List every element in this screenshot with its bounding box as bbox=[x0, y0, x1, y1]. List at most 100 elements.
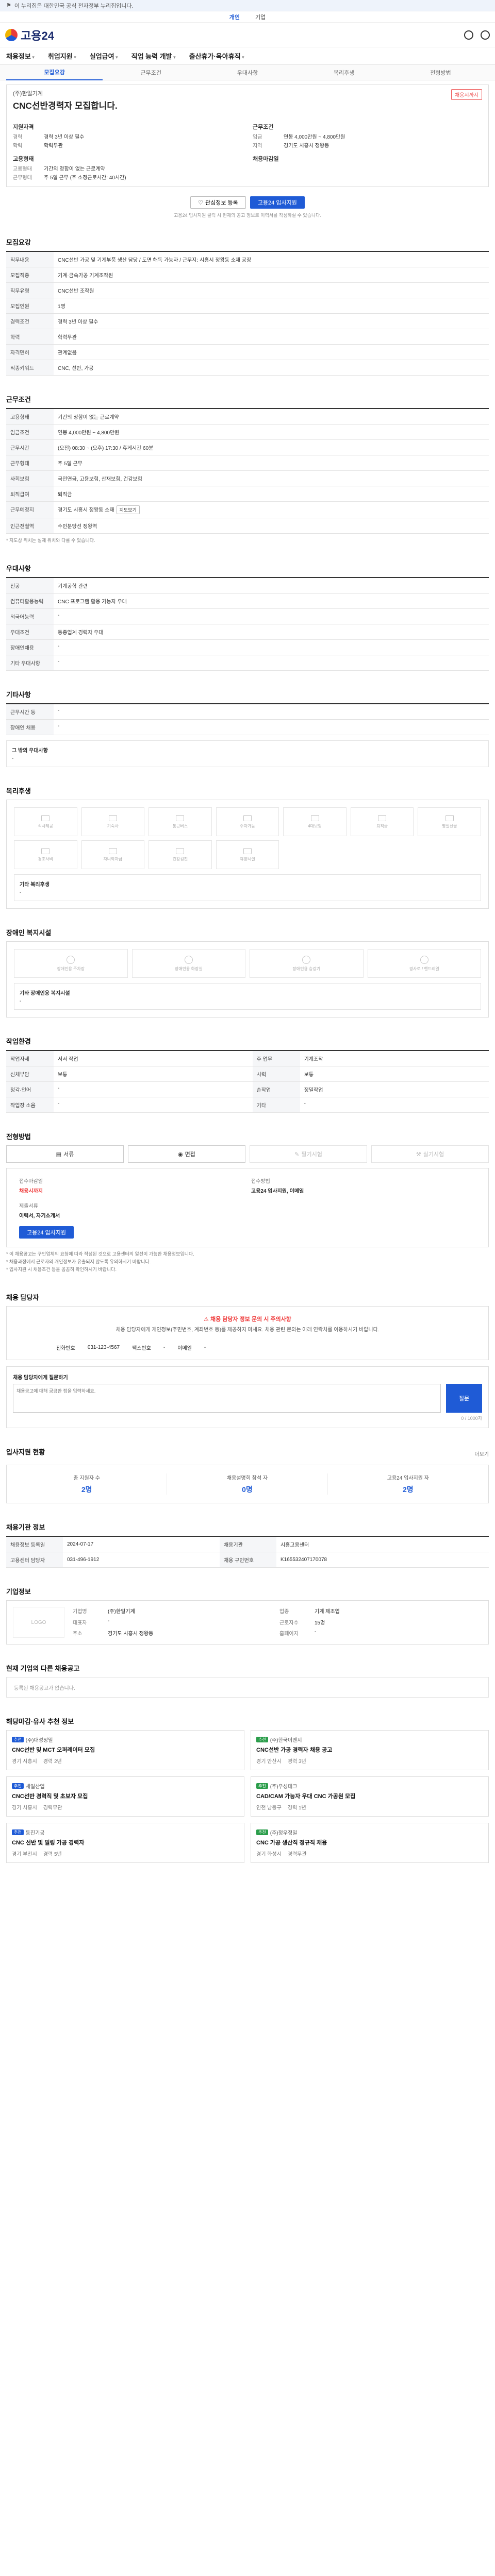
job-card[interactable]: 추천 (주)정우정밀 CNC 가공 생산직 정규직 채용 경기 화성시 경력무관 bbox=[251, 1823, 489, 1863]
deadline-head: 채용마감일 bbox=[253, 156, 279, 162]
summary-key: 학력 bbox=[13, 143, 23, 149]
company-box: LOGO 기업명 (주)한일기계 업종 기계 제조업 대표자 - 근로자수 15명 주소… bbox=[6, 1600, 489, 1645]
process-apply-button[interactable]: 고용24 입사지원 bbox=[19, 1226, 74, 1239]
row-key: 시력 bbox=[252, 1066, 300, 1082]
company-value: 기계 제조업 bbox=[315, 1609, 340, 1615]
disabled-welfare-etc-value: - bbox=[20, 998, 22, 1004]
section-title: 전형방법 bbox=[6, 1133, 31, 1141]
summary-value: 연봉 4,000만원 ~ 4,800만원 bbox=[284, 134, 345, 140]
card-company: 세일산업 bbox=[25, 1784, 45, 1790]
card-company: (주)한국이엔지 bbox=[270, 1738, 302, 1743]
disabled-welfare-etc-box: 기타 장애인용 복지시설 - bbox=[14, 983, 481, 1010]
job-title: CNC선반경력자 모집합니다. bbox=[13, 101, 118, 111]
accessible-parking-icon bbox=[67, 955, 75, 964]
tab-conditions[interactable]: 근무조건 bbox=[103, 69, 199, 77]
nav-unemployment-benefit[interactable]: 실업급여 bbox=[90, 51, 118, 61]
qna-input[interactable] bbox=[13, 1384, 441, 1413]
step-label: 서류 bbox=[63, 1151, 74, 1158]
bus-icon bbox=[176, 815, 185, 821]
company-value: (주)한일기계 bbox=[108, 1609, 135, 1615]
process-section: 전형방법 ▤ 서류 ◉ 면접 ✎ 필기시험 ⚒ 실기시험 접수마감일 채용시까지 접수방… bbox=[6, 1131, 489, 1274]
scrap-button[interactable]: ♡ 관심정보 등록 bbox=[190, 196, 246, 209]
job-card[interactable]: 추천 (주)대성정밀 CNC선반 및 MCT 오퍼레이터 모집 경기 시흥시 경력 … bbox=[6, 1730, 244, 1770]
welfare-item: 식사제공 bbox=[14, 807, 77, 836]
audience-switch: 개인 기업 bbox=[0, 11, 495, 23]
phone-value[interactable]: 031-123-4567 bbox=[88, 1345, 120, 1350]
job-card[interactable]: 추천 (주)우성테크 CAD/CAM 가능자 우대 CNC 가공원 모집 인천 남… bbox=[251, 1776, 489, 1817]
row-value: 2024-07-17 bbox=[63, 1536, 220, 1552]
nav-parental-leave[interactable]: 출산휴가·육아휴직 bbox=[189, 51, 244, 61]
process-steps: ▤ 서류 ◉ 면접 ✎ 필기시험 ⚒ 실기시험 bbox=[6, 1145, 489, 1163]
job-card[interactable]: 추천 (주)한국이엔지 CNC선반 가공 경력자 채용 공고 경기 안산시 경력 3… bbox=[251, 1730, 489, 1770]
card-career: 경력 5년 bbox=[43, 1852, 62, 1857]
status-section: 입사지원 현황 더보기 총 지원자 수 2명 채용설명회 참석 자 0명 고용24 … bbox=[6, 1447, 489, 1503]
card-location: 경기 시흥시 bbox=[12, 1759, 37, 1765]
welfare-item: 명절선물 bbox=[418, 807, 481, 836]
gov-notice-text: 이 누리집은 대한민국 공식 전자정부 누리집입니다. bbox=[14, 3, 134, 9]
tab-recruit[interactable]: 모집요강 bbox=[6, 65, 103, 80]
card-title: CAD/CAM 가능자 우대 CNC 가공원 모집 bbox=[256, 1793, 356, 1800]
process-notes: * 이 채용공고는 구인업체의 요청에 따라 작성된 것으로 고용센터의 알선이… bbox=[6, 1250, 489, 1274]
row-key: 인근전철역 bbox=[6, 518, 54, 534]
stat-label: 총 지원자 수 bbox=[73, 1476, 100, 1481]
site-logo[interactable]: 고용24 bbox=[5, 27, 54, 43]
status-more-link[interactable]: 더보기 bbox=[474, 1450, 489, 1458]
row-value: - bbox=[300, 1097, 489, 1113]
audience-individual[interactable]: 개인 bbox=[229, 13, 240, 21]
company-key: 대표자 bbox=[73, 1620, 87, 1626]
card-tag: 추천 bbox=[12, 1783, 24, 1789]
summary-value: 학력무관 bbox=[44, 143, 63, 149]
map-button[interactable]: 지도보기 bbox=[116, 505, 140, 514]
summary-key: 고용형태 bbox=[13, 166, 32, 172]
qna-send-button[interactable]: 질문 bbox=[446, 1384, 482, 1413]
welfare-item: 장애인용 주차장 bbox=[14, 949, 128, 978]
phone-label: 전화번호 bbox=[56, 1346, 75, 1351]
card-tag: 추천 bbox=[12, 1737, 24, 1742]
elevator-icon bbox=[302, 955, 311, 964]
etc-section: 기타사항 근무시간 등- 장애인 채용 - 그 밖의 우대사항 - bbox=[6, 689, 489, 767]
summary-key: 근무형태 bbox=[13, 175, 32, 181]
user-icon[interactable] bbox=[481, 30, 490, 40]
card-company: (주)정우정밀 bbox=[270, 1831, 298, 1836]
row-key: 컴퓨터활용능력 bbox=[6, 593, 54, 609]
row-key: 퇴직급여 bbox=[6, 486, 54, 502]
tab-preference[interactable]: 우대사항 bbox=[199, 69, 295, 77]
row-value: 주 5일 근무 bbox=[54, 455, 489, 471]
audience-company[interactable]: 기업 bbox=[255, 13, 266, 21]
table-row: 모집인원 1명 bbox=[6, 298, 489, 314]
disabled-welfare-etc-label: 기타 장애인용 복지시설 bbox=[20, 991, 70, 996]
org-section: 채용기관 정보 채용정보 등록일 2024-07-17 채용기관 시흥고용센터 고용센… bbox=[6, 1522, 489, 1568]
apply-button[interactable]: 고용24 입사지원 bbox=[250, 196, 305, 209]
row-value: 기계공학 관련 bbox=[54, 578, 489, 594]
scrap-button-label: 관심정보 등록 bbox=[205, 200, 238, 206]
table-row: 직종키워드 CNC, 선반, 가공 bbox=[6, 360, 489, 376]
company-name[interactable]: (주)한일기계 bbox=[13, 89, 118, 97]
job-card[interactable]: 추천 동진기공 CNC 선반 및 밀링 가공 경력자 경기 부천시 경력 5년 bbox=[6, 1823, 244, 1863]
nav-employment-support[interactable]: 취업지원 bbox=[48, 51, 76, 61]
conditions-head: 근무조건 bbox=[253, 124, 274, 130]
row-value: - bbox=[54, 655, 489, 671]
nav-vocational-training[interactable]: 직업 능력 개발 bbox=[131, 51, 176, 61]
row-key: 고용형태 bbox=[6, 409, 54, 425]
ramp-icon bbox=[420, 955, 428, 964]
card-location: 인천 남동구 bbox=[256, 1805, 282, 1811]
company-key: 홈페이지 bbox=[279, 1631, 299, 1637]
welfare-label: 자녀학자금 bbox=[103, 856, 123, 861]
row-key: 경력조건 bbox=[6, 313, 54, 329]
card-tag: 추천 bbox=[256, 1829, 268, 1835]
row-value: - bbox=[54, 639, 489, 655]
tab-welfare[interactable]: 복리후생 bbox=[296, 69, 392, 77]
row-key: 주 업무 bbox=[252, 1050, 300, 1066]
search-icon[interactable] bbox=[464, 30, 473, 40]
job-card[interactable]: 추천 세일산업 CNC선반 경력직 및 초보자 모집 경기 시흥시 경력무관 bbox=[6, 1776, 244, 1817]
tab-process[interactable]: 전형방법 bbox=[392, 69, 489, 77]
etc-extra-value: - bbox=[12, 756, 14, 761]
welfare-label: 4대보험 bbox=[308, 823, 322, 828]
company-logo: LOGO bbox=[13, 1607, 64, 1638]
row-value: - bbox=[54, 1081, 253, 1097]
env-table: 작업자세 서서 작업 주 업무 기계조작 신체부담 보통 시력 보통 청각·언어 - 손작업 정밀… bbox=[6, 1050, 489, 1113]
nav-job-info[interactable]: 채용정보 bbox=[6, 51, 35, 61]
welfare-item: 주차가능 bbox=[216, 807, 279, 836]
site-header: 고용24 bbox=[0, 23, 495, 47]
row-key: 우대조건 bbox=[6, 624, 54, 640]
